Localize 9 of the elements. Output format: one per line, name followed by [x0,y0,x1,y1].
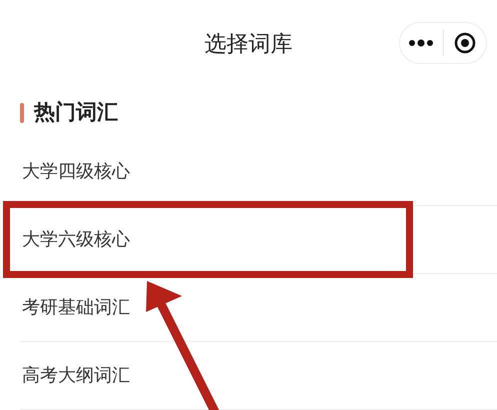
page-title: 选择词库 [204,30,292,58]
word-list-item[interactable]: 考研基础词汇 [20,294,130,321]
target-icon [454,32,476,54]
word-list-item[interactable]: 大学六级核心 [20,226,130,253]
word-list-item[interactable]: 高考大纲词汇 [20,362,130,389]
section-heading: 热门词汇 [34,99,118,126]
word-list-item[interactable]: 大学四级核心 [20,158,130,185]
heading-accent-bar [20,103,24,123]
more-icon [408,39,434,47]
